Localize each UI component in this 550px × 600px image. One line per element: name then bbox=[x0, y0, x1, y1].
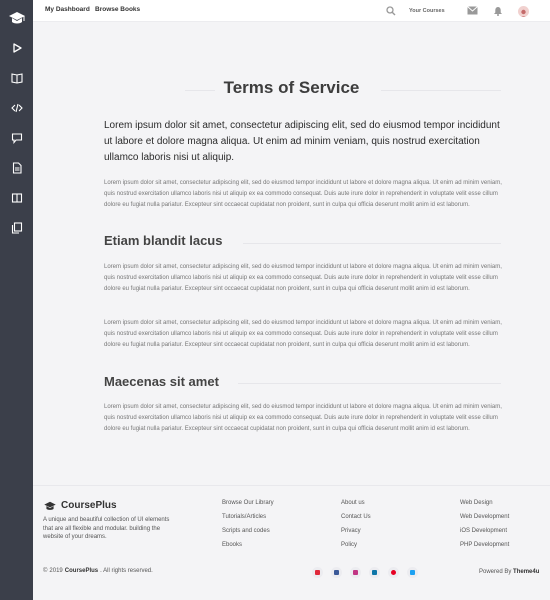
copyright: © 2019 CoursePlus . All rights reserved. bbox=[43, 568, 153, 574]
section-heading-maecenas: Maecenas sit amet bbox=[104, 374, 219, 389]
footer-link[interactable]: Contact Us bbox=[341, 513, 371, 527]
play-icon[interactable] bbox=[0, 37, 33, 59]
document-icon[interactable] bbox=[0, 157, 33, 179]
footer-link[interactable]: Tutorials/Articles bbox=[222, 513, 274, 527]
footer: CoursePlus A unique and beautiful collec… bbox=[33, 485, 550, 600]
copyright-brand[interactable]: CoursePlus bbox=[65, 568, 98, 574]
nav-my-dashboard[interactable]: My Dashboard bbox=[45, 6, 90, 13]
bell-icon[interactable] bbox=[492, 5, 503, 16]
title-divider-right bbox=[381, 90, 501, 91]
pinterest-icon[interactable] bbox=[388, 567, 399, 578]
section-heading-etiam: Etiam blandit lacus bbox=[104, 233, 223, 248]
footer-link[interactable]: Scripts and codes bbox=[222, 527, 274, 541]
footer-links-development: Web Design Web Development iOS Developme… bbox=[460, 499, 509, 555]
brand-description: A unique and beautiful collection of UI … bbox=[43, 517, 170, 540]
copy-icon[interactable] bbox=[0, 217, 33, 239]
body-paragraph: Lorem ipsum dolor sit amet, consectetur … bbox=[104, 180, 502, 208]
top-navbar: My Dashboard Browse Books Your Courses bbox=[33, 0, 550, 22]
mail-icon[interactable] bbox=[467, 5, 478, 16]
footer-link[interactable]: Policy bbox=[341, 541, 371, 555]
book-icon[interactable] bbox=[0, 67, 33, 89]
page-title: Terms of Service bbox=[223, 78, 360, 97]
footer-link[interactable]: Privacy bbox=[341, 527, 371, 541]
youtube-icon[interactable] bbox=[312, 567, 323, 578]
sidebar bbox=[0, 0, 33, 600]
copyright-year: 2019 bbox=[49, 568, 63, 574]
twitter-icon[interactable] bbox=[407, 567, 418, 578]
code-icon[interactable] bbox=[0, 97, 33, 119]
copyright-icon: © bbox=[43, 568, 48, 574]
footer-brand[interactable]: CoursePlus bbox=[43, 500, 117, 511]
footer-link[interactable]: Web Development bbox=[460, 513, 509, 527]
instagram-icon[interactable] bbox=[350, 567, 361, 578]
social-links bbox=[312, 567, 418, 578]
footer-link[interactable]: iOS Development bbox=[460, 527, 509, 541]
powered-by: Powered By Theme4u bbox=[479, 569, 539, 575]
columns-icon[interactable] bbox=[0, 187, 33, 209]
footer-link[interactable]: PHP Development bbox=[460, 541, 509, 555]
comment-icon[interactable] bbox=[0, 127, 33, 149]
body-paragraph: Lorem ipsum dolor sit amet, consectetur … bbox=[104, 404, 502, 432]
powered-prefix: Powered By bbox=[479, 569, 512, 575]
footer-link[interactable]: About us bbox=[341, 499, 371, 513]
footer-link[interactable]: Ebooks bbox=[222, 541, 274, 555]
nav-browse-books[interactable]: Browse Books bbox=[95, 6, 140, 13]
section-divider bbox=[238, 383, 501, 384]
footer-links-library: Browse Our Library Tutorials/Articles Sc… bbox=[222, 499, 274, 555]
footer-link[interactable]: Browse Our Library bbox=[222, 499, 274, 513]
your-courses-link[interactable]: Your Courses bbox=[409, 8, 445, 14]
graduation-cap-icon[interactable] bbox=[0, 0, 33, 35]
footer-links-company: About us Contact Us Privacy Policy bbox=[341, 499, 371, 555]
graduation-cap-icon bbox=[44, 501, 56, 510]
powered-brand[interactable]: Theme4u bbox=[513, 569, 539, 575]
facebook-icon[interactable] bbox=[331, 567, 342, 578]
body-paragraph: Lorem ipsum dolor sit amet, consectetur … bbox=[104, 320, 502, 348]
body-paragraph: Lorem ipsum dolor sit amet, consectetur … bbox=[104, 264, 502, 292]
section-divider bbox=[243, 243, 501, 244]
brand-name: CoursePlus bbox=[61, 500, 117, 511]
avatar[interactable] bbox=[518, 6, 529, 17]
copyright-text: . All rights reserved. bbox=[100, 568, 153, 574]
search-icon[interactable] bbox=[385, 5, 396, 16]
lead-paragraph: Lorem ipsum dolor sit amet, consectetur … bbox=[104, 120, 500, 163]
footer-link[interactable]: Web Design bbox=[460, 499, 509, 513]
linkedin-icon[interactable] bbox=[369, 567, 380, 578]
